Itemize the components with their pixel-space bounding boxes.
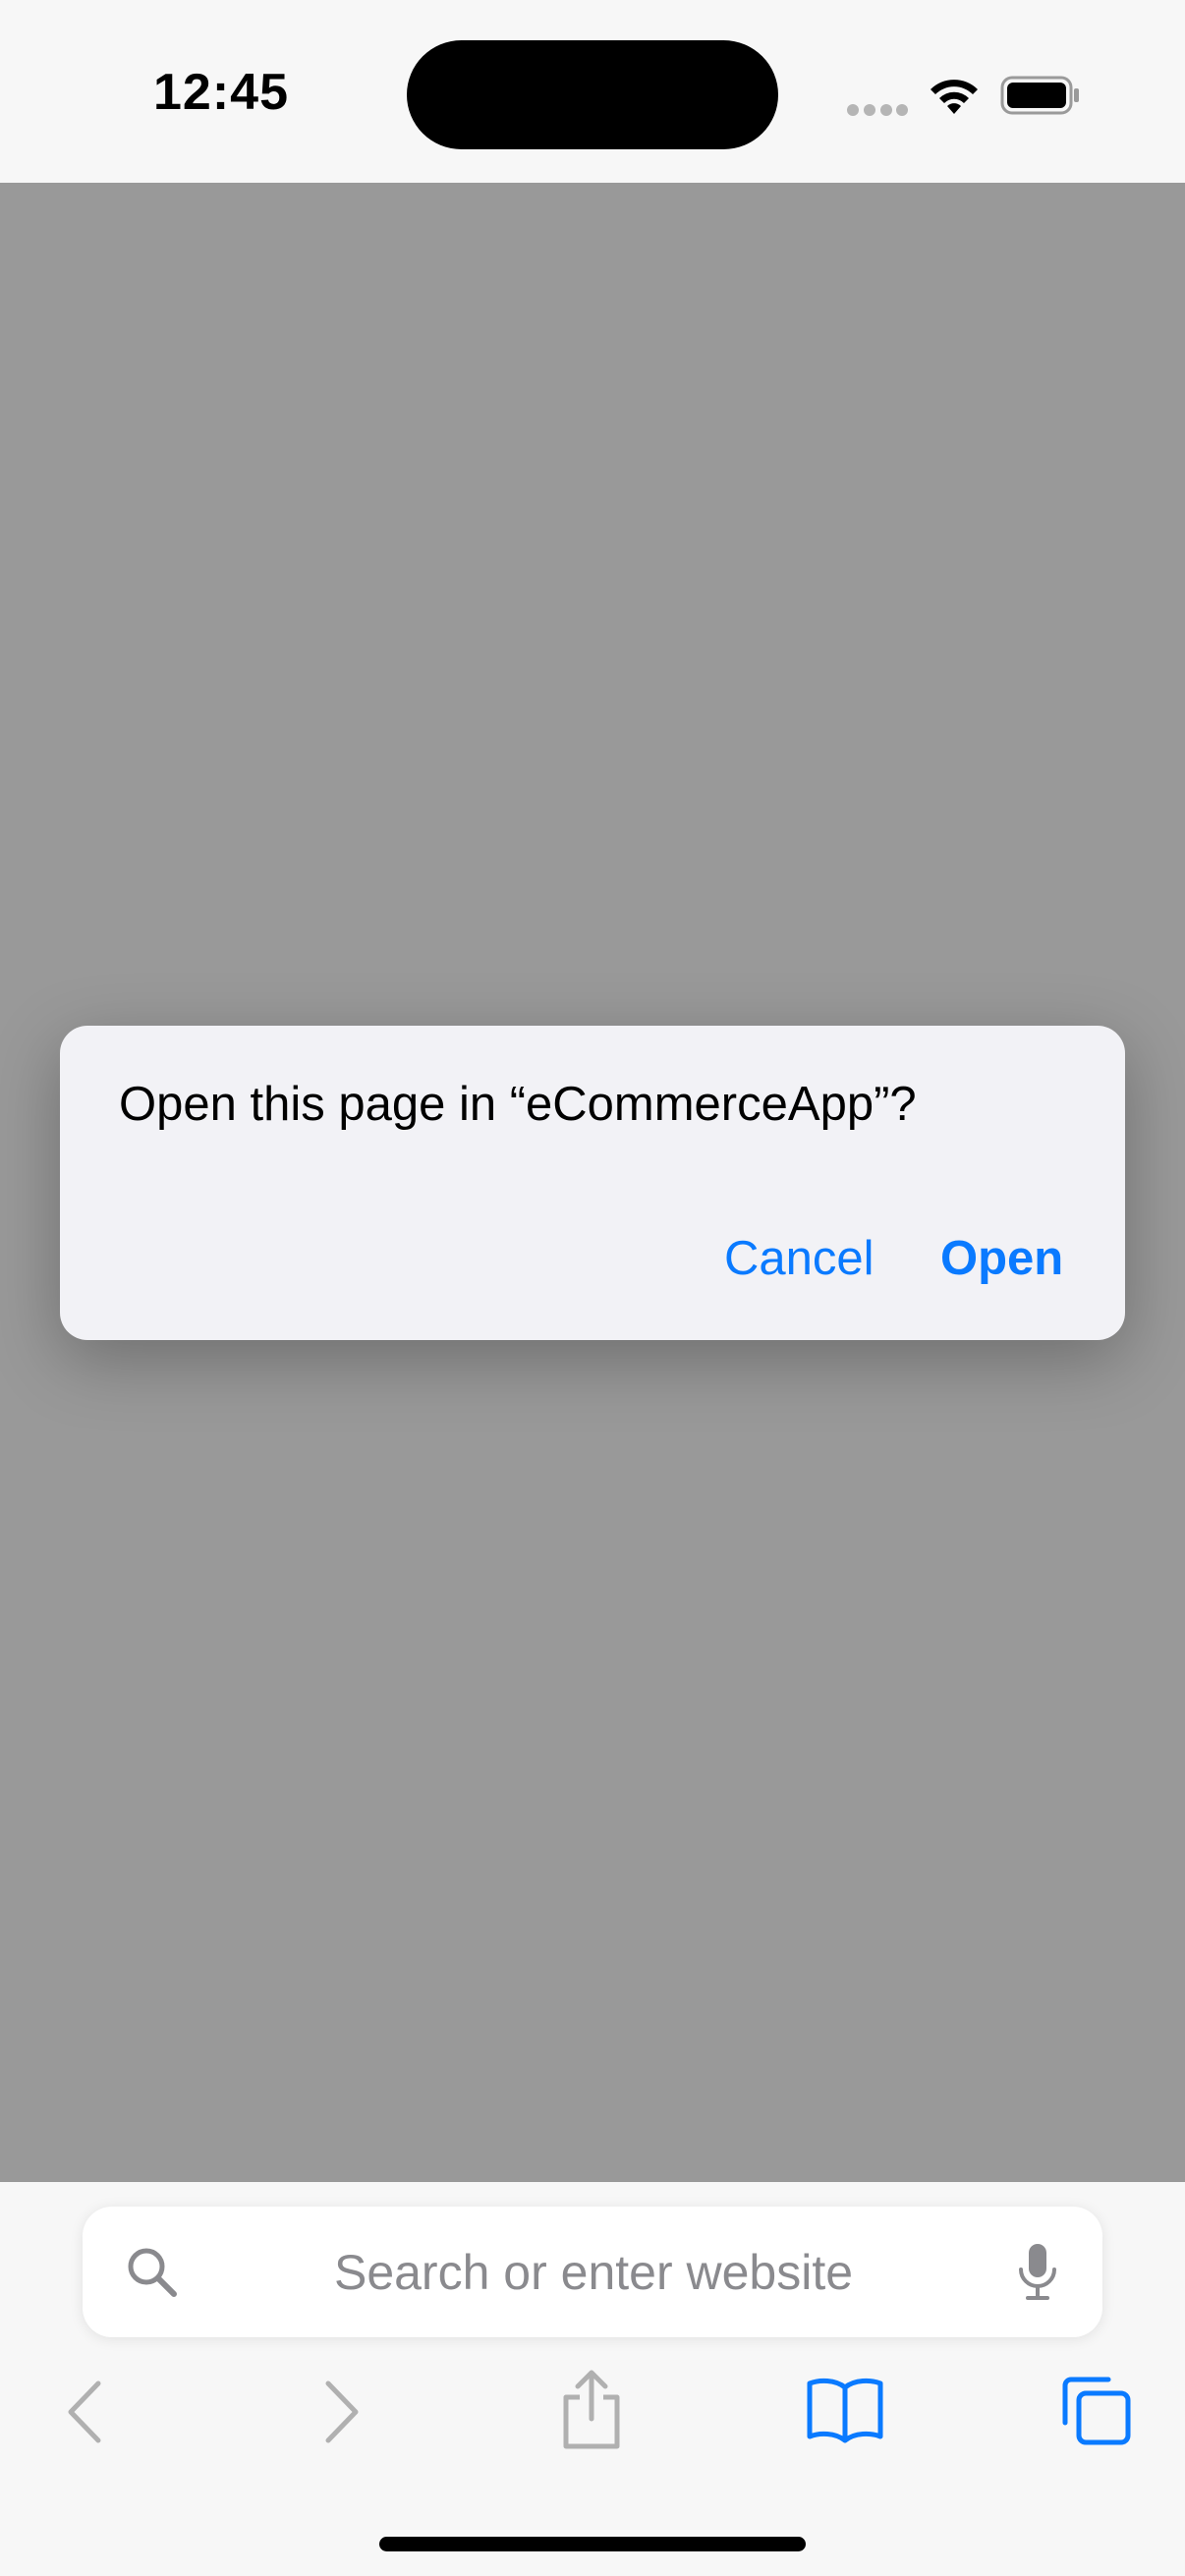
home-indicator[interactable] [379, 2537, 806, 2551]
tabs-icon [1062, 2377, 1131, 2445]
back-button[interactable] [59, 2378, 114, 2446]
dynamic-island [407, 40, 778, 149]
bookmarks-button[interactable] [806, 2376, 884, 2444]
chevron-left-icon [68, 2380, 101, 2443]
status-time: 12:45 [153, 64, 289, 121]
share-icon [563, 2370, 620, 2449]
address-bar[interactable] [83, 2207, 1102, 2337]
cellular-signal-icon [847, 104, 908, 116]
open-button[interactable]: Open [940, 1222, 1063, 1295]
wifi-icon [931, 80, 978, 114]
forward-button[interactable] [312, 2378, 367, 2446]
status-bar: 12:45 [0, 0, 1185, 183]
chevron-right-icon [325, 2380, 359, 2443]
safari-screen: 12:45 Open this page in “eCommerceApp”? … [0, 0, 1185, 2576]
book-icon [807, 2378, 883, 2443]
open-in-app-alert: Open this page in “eCommerceApp”? Cancel… [60, 1026, 1125, 1340]
search-input[interactable] [210, 2226, 977, 2318]
microphone-icon[interactable] [1016, 2242, 1059, 2303]
search-icon [128, 2248, 177, 2297]
alert-message: Open this page in “eCommerceApp”? [119, 1078, 917, 1131]
battery-icon [1000, 76, 1079, 115]
share-button[interactable] [556, 2368, 627, 2450]
tabs-button[interactable] [1059, 2374, 1134, 2448]
cancel-button[interactable]: Cancel [724, 1222, 875, 1295]
